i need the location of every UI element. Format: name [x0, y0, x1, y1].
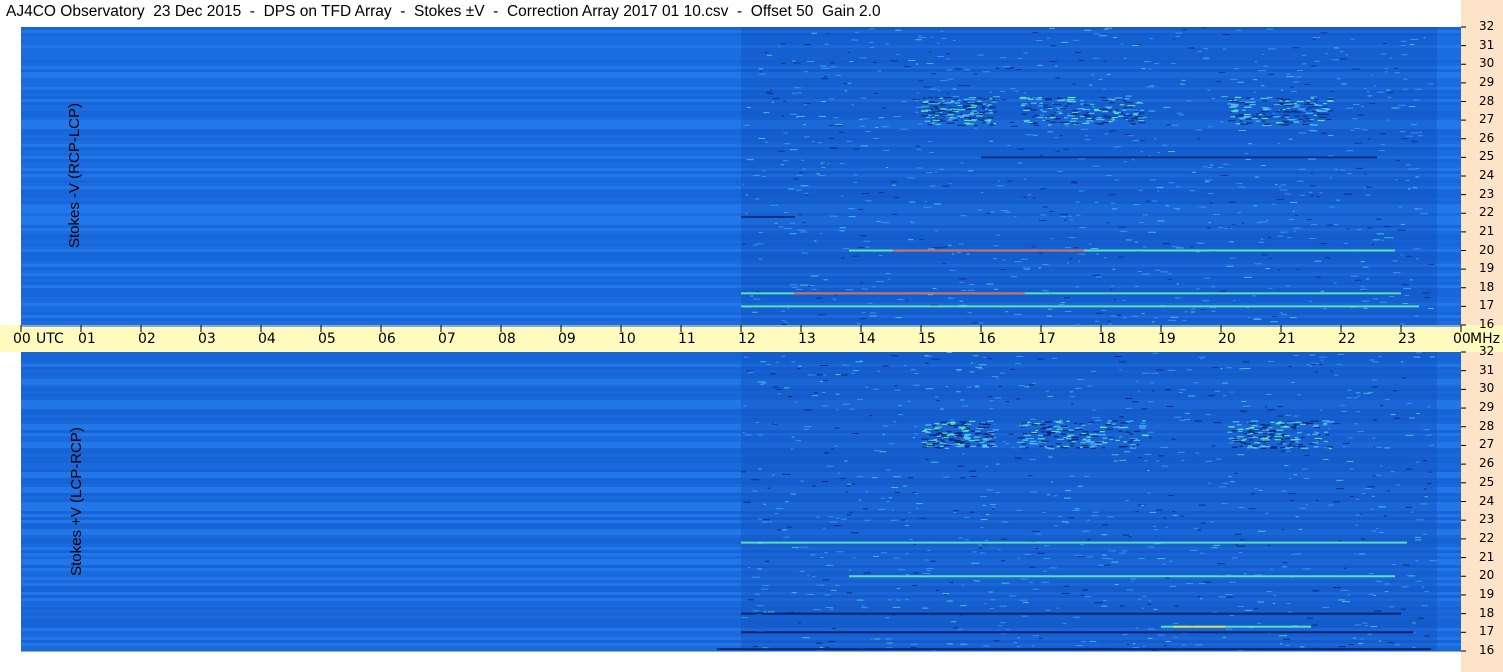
- time-tick-label: 11: [678, 331, 696, 347]
- time-tick-label: 12: [738, 331, 756, 347]
- time-tick-label: 00: [1453, 331, 1471, 347]
- freq-tick-label: 17: [1479, 624, 1495, 639]
- freq-tick-label: 28: [1479, 93, 1495, 108]
- bright-band: [741, 541, 1407, 544]
- time-tick-label: 14: [858, 331, 876, 347]
- time-tick-label: 20: [1218, 331, 1236, 347]
- freq-tick-label: 19: [1479, 261, 1495, 276]
- freq-tick-label: 27: [1479, 112, 1495, 127]
- panel-ylabel: Stokes +V (LCP-RCP): [67, 426, 85, 576]
- freq-tick-label: 25: [1479, 149, 1495, 164]
- time-tick-label: 06: [378, 331, 396, 347]
- freq-tick-label: 24: [1479, 493, 1495, 508]
- freq-tick-label: 25: [1479, 474, 1495, 489]
- time-tick-label: 04: [258, 331, 276, 347]
- daytime-region: [741, 27, 1437, 325]
- freq-tick-label: 16: [1479, 317, 1495, 331]
- freq-tick-label: 20: [1479, 242, 1495, 257]
- hot-segment: [892, 249, 1084, 252]
- freq-tick-label: 30: [1479, 56, 1495, 71]
- time-tick-label: 19: [1158, 331, 1176, 347]
- freq-tick-label: 21: [1479, 549, 1495, 564]
- time-tick-label: 05: [318, 331, 336, 347]
- hot-segment: [793, 292, 1025, 295]
- time-tick-label: 21: [1278, 331, 1296, 347]
- time-tick-label: 02: [138, 331, 156, 347]
- freq-tick-label: 22: [1479, 205, 1495, 220]
- bright-band: [849, 575, 1395, 578]
- freq-tick-label: 30: [1479, 381, 1495, 396]
- spectrogram-panel-top: [21, 27, 1461, 327]
- freq-tick-label: 29: [1479, 400, 1495, 415]
- panel-ylabel: Stokes -V (RCP-LCP): [65, 102, 83, 249]
- time-tick-label: 23: [1398, 331, 1416, 347]
- time-tick-label: 07: [438, 331, 456, 347]
- freq-tick-label: 28: [1479, 418, 1495, 433]
- freq-tick-label: 27: [1479, 437, 1495, 452]
- time-tick-label: 08: [498, 331, 516, 347]
- freq-tick-label: 20: [1479, 568, 1495, 583]
- time-tick-label: 15: [918, 331, 936, 347]
- time-tick-label: 03: [198, 331, 216, 347]
- freq-tick-label: 24: [1479, 168, 1495, 182]
- freq-tick-label: 29: [1479, 74, 1495, 89]
- time-tick-label: 09: [558, 331, 576, 347]
- freq-tick-label: 23: [1479, 186, 1495, 201]
- daytime-region: [741, 352, 1437, 651]
- freq-tick-label: 21: [1479, 223, 1495, 238]
- freq-tick-label: 32: [1479, 19, 1495, 33]
- time-tick-label: 13: [798, 331, 816, 347]
- freq-tick-label: 17: [1479, 298, 1495, 313]
- dark-band: [741, 612, 1401, 615]
- freq-tick-label: 18: [1479, 605, 1495, 620]
- freq-tick-label: 22: [1479, 530, 1495, 545]
- time-tick-label: 18: [1098, 331, 1116, 347]
- spectrogram-panel-bottom: [21, 352, 1461, 652]
- dark-band: [741, 631, 1413, 634]
- freq-tick-label: 16: [1479, 643, 1495, 657]
- time-tick-label: 00: [13, 331, 31, 347]
- freq-tick-label: 26: [1479, 456, 1495, 471]
- dark-band: [741, 215, 795, 218]
- hot-segment: [1173, 625, 1226, 628]
- time-tick-label: 01: [78, 331, 96, 347]
- time-tick-label: 10: [618, 331, 636, 347]
- freq-tick-label: 26: [1479, 130, 1495, 145]
- dark-band: [717, 648, 1431, 651]
- time-tick-label: 17: [1038, 331, 1056, 347]
- freq-tick-label: 23: [1479, 512, 1495, 527]
- bright-band: [741, 305, 1419, 308]
- freq-tick-label: 19: [1479, 586, 1495, 601]
- time-tick-label: 22: [1338, 331, 1356, 347]
- dark-band: [981, 156, 1377, 159]
- freq-tick-label: 18: [1479, 279, 1495, 294]
- time-unit-label: UTC: [36, 331, 64, 347]
- freq-tick-label: 31: [1479, 362, 1495, 377]
- freq-tick-label: 31: [1479, 37, 1495, 52]
- freq-unit-label: MHz: [1470, 331, 1500, 347]
- time-tick-label: 16: [978, 331, 996, 347]
